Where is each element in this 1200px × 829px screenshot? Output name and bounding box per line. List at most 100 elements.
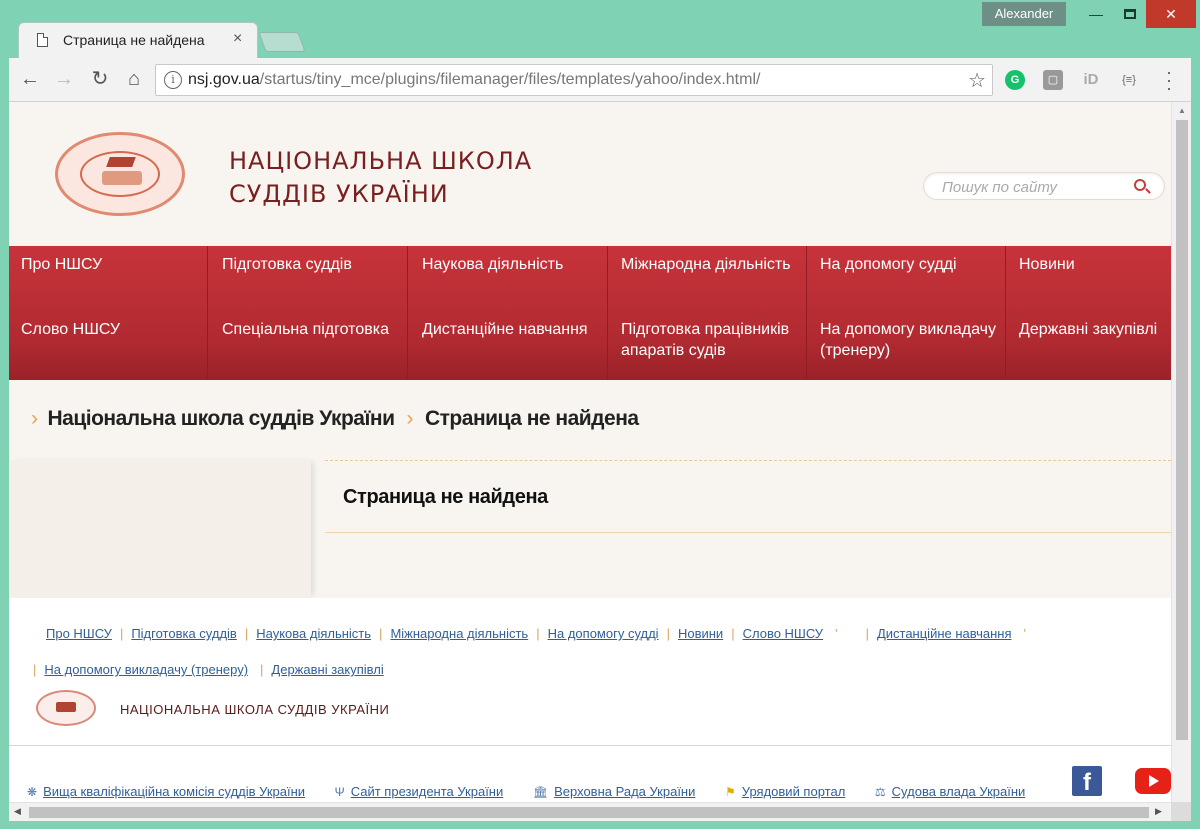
footer-separator: | xyxy=(379,626,383,641)
menu-item-judge-training[interactable]: Підготовка суддів xyxy=(222,254,352,275)
parliament-icon: 🏛 xyxy=(532,785,549,799)
vertical-scroll-thumb[interactable] xyxy=(1176,120,1188,740)
menu-item-international[interactable]: Міжнародна діяльність xyxy=(621,254,791,275)
partner-link-label[interactable]: Сайт президента України xyxy=(351,784,504,799)
footer-separator: ' xyxy=(835,626,838,641)
vertical-scrollbar[interactable]: ▲ xyxy=(1171,102,1191,802)
grammarly-extension-icon[interactable]: G xyxy=(1005,70,1025,90)
menu-item-word[interactable]: Слово НШСУ xyxy=(21,319,120,340)
partner-link-label[interactable]: Верховна Рада України xyxy=(554,784,695,799)
graduation-cap-icon xyxy=(106,157,136,167)
profile-button[interactable]: Alexander xyxy=(982,2,1066,26)
sidebar-panel xyxy=(9,460,311,598)
browser-tab-active[interactable]: Страница не найдена × xyxy=(18,22,258,58)
menu-item-distance-learning[interactable]: Дистанційне навчання xyxy=(422,319,588,340)
menu-column: Про НШСУ Слово НШСУ xyxy=(9,246,208,380)
id-extension-icon[interactable]: iD xyxy=(1081,70,1101,90)
bookmark-star-icon[interactable]: ☆ xyxy=(968,68,986,93)
footer-link-procurement[interactable]: Державні закупівлі xyxy=(271,662,383,677)
partner-link-label[interactable]: Вища кваліфікаційна комісія суддів Украї… xyxy=(43,784,305,799)
menu-item-judge-help[interactable]: На допомогу судді xyxy=(820,254,957,275)
site-page: НАЦІОНАЛЬНА ШКОЛА СУДДІВ УКРАЇНИ Пошук п… xyxy=(9,102,1171,821)
site-title-line1: НАЦІОНАЛЬНА ШКОЛА xyxy=(229,147,533,175)
url-host: nsj.gov.ua xyxy=(188,71,260,88)
footer-links-row2: | На допомогу викладачу (тренеру) | Державн… xyxy=(33,662,384,677)
back-arrow-icon[interactable]: ← xyxy=(17,66,43,92)
site-title[interactable]: НАЦІОНАЛЬНА ШКОЛА СУДДІВ УКРАЇНИ xyxy=(229,145,532,211)
partner-link-hqcj[interactable]: ❋ Вища кваліфікаційна комісія суддів Укра… xyxy=(27,784,305,799)
footer-separator: | xyxy=(865,626,869,641)
menu-item-staff-training[interactable]: Підготовка працівників апаратів судів xyxy=(621,319,801,361)
footer-separator: | xyxy=(666,626,670,641)
footer-link-judge-help[interactable]: На допомогу судді xyxy=(548,626,659,641)
facebook-icon[interactable]: f xyxy=(1072,766,1102,796)
menu-item-trainer-help[interactable]: На допомогу викладачу (тренеру) xyxy=(820,319,1002,361)
site-info-icon[interactable]: i xyxy=(164,71,182,89)
footer-logo[interactable] xyxy=(36,690,96,726)
scroll-left-arrow-icon[interactable]: ◀ xyxy=(14,806,21,817)
partner-link-government[interactable]: ⚑ Урядовий портал xyxy=(725,784,845,799)
partner-link-label[interactable]: Судова влада України xyxy=(892,784,1026,799)
footer-link-international[interactable]: Міжнародна діяльність xyxy=(390,626,528,641)
menu-item-research[interactable]: Наукова діяльність xyxy=(422,254,563,275)
gear-icon: ❋ xyxy=(27,785,38,799)
search-input[interactable]: Пошук по сайту xyxy=(923,172,1165,200)
content-divider xyxy=(325,460,1171,461)
footer-separator: | xyxy=(244,626,249,641)
menu-item-procurement[interactable]: Державні закупівлі xyxy=(1019,319,1157,340)
footer-link-distance-learning[interactable]: Дистанційне навчання xyxy=(877,626,1012,641)
page-heading: Страница не найдена xyxy=(343,486,548,508)
home-icon[interactable]: ⌂ xyxy=(121,66,147,92)
scrollbar-corner xyxy=(1171,802,1191,821)
footer-link-word[interactable]: Слово НШСУ xyxy=(743,626,823,641)
horizontal-scrollbar[interactable]: ◀ ▶ xyxy=(9,802,1171,821)
scroll-up-arrow-icon[interactable]: ▲ xyxy=(1178,106,1186,115)
footer-link-about[interactable]: Про НШСУ xyxy=(46,626,112,641)
reload-icon[interactable]: ↻ xyxy=(87,66,113,92)
partner-link-rada[interactable]: 🏛 Верховна Рада України xyxy=(533,784,696,799)
footer-separator: | xyxy=(731,626,735,641)
footer-divider xyxy=(9,745,1171,746)
footer-link-research[interactable]: Наукова діяльність xyxy=(256,626,371,641)
scroll-right-arrow-icon[interactable]: ▶ xyxy=(1155,806,1162,817)
search-icon[interactable] xyxy=(1134,179,1146,191)
footer-link-news[interactable]: Новини xyxy=(678,626,723,641)
search-placeholder: Пошук по сайту xyxy=(942,179,1058,196)
school-logo[interactable] xyxy=(55,132,185,216)
extension-icon[interactable]: ▢ xyxy=(1043,70,1063,90)
menu-column: Новини Державні закупівлі xyxy=(1006,246,1171,380)
footer-links-row1: Про НШСУ | Підготовка суддів | Наукова діяль… xyxy=(46,626,1034,641)
breadcrumb: › Національна школа суддів України › Страни… xyxy=(31,407,639,431)
partner-links: ❋ Вища кваліфікаційна комісія суддів Укра… xyxy=(27,784,1051,799)
partner-link-judiciary[interactable]: ⚖ Судова влада України xyxy=(875,784,1025,799)
partner-link-president[interactable]: Ψ Сайт президента України xyxy=(335,784,504,799)
browser-toolbar: ← → ↻ ⌂ i nsj.gov.ua/startus/tiny_mce/pl… xyxy=(9,58,1191,102)
url-path: /startus/tiny_mce/plugins/filemanager/fi… xyxy=(259,71,761,88)
partner-link-label[interactable]: Урядовий портал xyxy=(742,784,846,799)
footer-separator: ' xyxy=(1023,626,1026,641)
url-text[interactable]: nsj.gov.ua/startus/tiny_mce/plugins/file… xyxy=(188,71,760,89)
address-bar[interactable]: i nsj.gov.ua/startus/tiny_mce/plugins/fi… xyxy=(155,64,993,96)
breadcrumb-home-link[interactable]: Національна школа суддів України xyxy=(48,407,395,430)
browser-menu-icon[interactable]: · · · xyxy=(1159,63,1179,97)
horizontal-scroll-thumb[interactable] xyxy=(29,807,1149,818)
forward-arrow-icon[interactable]: → xyxy=(51,66,77,92)
footer-separator: | xyxy=(33,662,37,677)
footer-link-judge-training[interactable]: Підготовка суддів xyxy=(131,626,237,641)
menu-item-special-training[interactable]: Спеціальна підготовка xyxy=(222,319,389,340)
heading-divider xyxy=(325,532,1171,533)
menu-item-about[interactable]: Про НШСУ xyxy=(21,254,102,275)
footer-link-trainer-help[interactable]: На допомогу викладачу (тренеру) xyxy=(44,662,248,677)
new-tab-button[interactable] xyxy=(258,32,306,52)
footer: Про НШСУ | Підготовка суддів | Наукова діяль… xyxy=(9,598,1171,821)
book-icon xyxy=(102,171,142,185)
menu-item-news[interactable]: Новини xyxy=(1019,254,1075,275)
json-extension-icon[interactable]: {≡} xyxy=(1119,70,1139,90)
close-tab-icon[interactable]: × xyxy=(233,30,242,48)
breadcrumb-current: Страница не найдена xyxy=(424,407,639,430)
youtube-icon[interactable] xyxy=(1135,768,1171,794)
menu-column: Міжнародна діяльність Підготовка працівн… xyxy=(608,246,807,380)
site-title-line2: СУДДІВ УКРАЇНИ xyxy=(229,180,449,208)
menu-column: Підготовка суддів Спеціальна підготовка xyxy=(209,246,408,380)
close-window-button[interactable]: ✕ xyxy=(1146,0,1196,28)
